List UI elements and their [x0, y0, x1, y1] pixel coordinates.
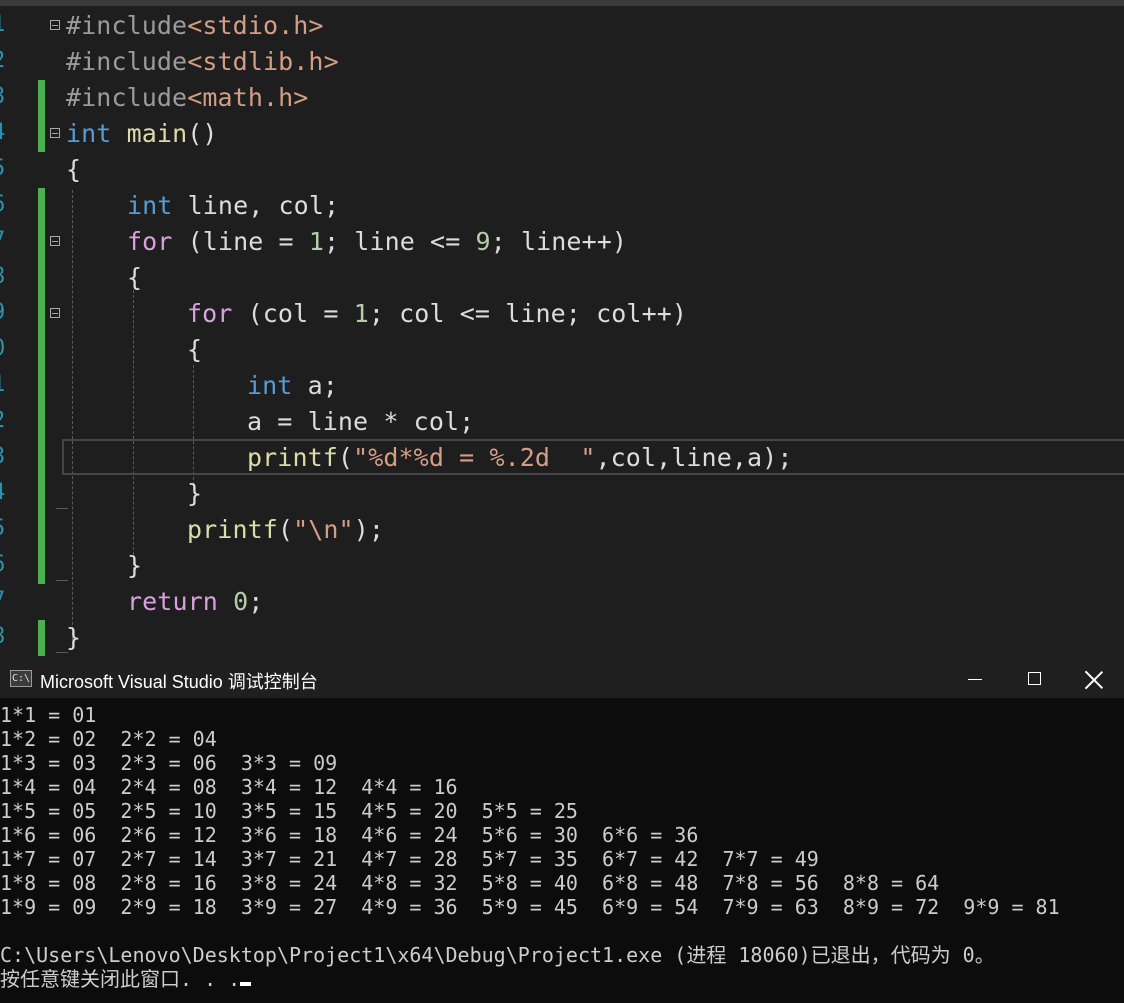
code-text: return 0;	[127, 587, 264, 616]
fold-toggle-icon[interactable]	[50, 236, 60, 246]
debug-console-window[interactable]: C:\ Microsoft Visual Studio 调试控制台 1*1 = …	[0, 660, 1124, 1003]
minimize-button[interactable]	[944, 660, 1004, 698]
fold-toggle-icon[interactable]	[50, 20, 60, 30]
press-key-text: 按任意键关闭此窗口. . .	[0, 967, 241, 991]
code-line[interactable]: 6 }	[0, 548, 1124, 584]
code-text: a = line * col;	[247, 407, 475, 436]
code-line[interactable]: 5 printf("\n");	[0, 512, 1124, 548]
change-marker	[38, 548, 45, 584]
maximize-button[interactable]	[1004, 660, 1064, 698]
code-text: {	[187, 335, 203, 364]
code-line[interactable]: 1 #include<stdio.h>	[0, 8, 1124, 44]
code-text: #include<math.h>	[66, 83, 309, 112]
line-number: 9	[0, 300, 10, 325]
maximize-icon	[1028, 672, 1041, 685]
code-line[interactable]: 1 int a;	[0, 368, 1124, 404]
change-marker	[38, 296, 45, 332]
line-number: 3	[0, 84, 10, 109]
console-output-line: 1*3 = 03 2*3 = 06 3*3 = 09	[0, 751, 338, 775]
console-output-line: 1*4 = 04 2*4 = 08 3*4 = 12 4*4 = 16	[0, 775, 458, 799]
code-line[interactable]: 4 }	[0, 476, 1124, 512]
console-output-line: 1*6 = 06 2*6 = 12 3*6 = 18 4*6 = 24 5*6 …	[0, 823, 699, 847]
code-line[interactable]: 0 {	[0, 332, 1124, 368]
change-marker	[38, 116, 45, 152]
line-number: 1	[0, 372, 10, 397]
code-line[interactable]: 8 }	[0, 620, 1124, 656]
code-line[interactable]: 8 {	[0, 260, 1124, 296]
code-text: for (col = 1; col <= line; col++)	[187, 299, 688, 328]
console-app-icon: C:\	[10, 670, 32, 687]
line-number: 6	[0, 192, 10, 217]
console-output-line: 1*7 = 07 2*7 = 14 3*7 = 21 4*7 = 28 5*7 …	[0, 847, 819, 871]
code-line[interactable]: 3 printf("%d*%d = %.2d ",col,line,a);	[0, 440, 1124, 476]
change-marker	[38, 80, 45, 116]
code-text: #include<stdio.h>	[66, 11, 324, 40]
code-text: }	[66, 623, 82, 652]
code-line[interactable]: 6 int line, col;	[0, 188, 1124, 224]
line-number: 2	[0, 48, 10, 73]
code-text: int a;	[247, 371, 338, 400]
code-text: printf("\n");	[187, 515, 384, 544]
change-marker	[38, 368, 45, 404]
close-icon	[1084, 670, 1104, 690]
line-number: 3	[0, 444, 10, 469]
code-line[interactable]: 2 #include<stdlib.h>	[0, 44, 1124, 80]
line-number: 4	[0, 480, 10, 505]
change-marker	[38, 620, 45, 656]
console-output-line: 1*9 = 09 2*9 = 18 3*9 = 27 4*9 = 36 5*9 …	[0, 895, 1060, 919]
console-output-line: 1*8 = 08 2*8 = 16 3*8 = 24 4*8 = 32 5*8 …	[0, 871, 940, 895]
text-cursor	[240, 982, 252, 986]
line-number: 0	[0, 336, 10, 361]
change-marker	[38, 224, 45, 260]
code-line[interactable]: 9 for (col = 1; col <= line; col++)	[0, 296, 1124, 332]
line-number: 5	[0, 156, 10, 181]
code-text: }	[127, 551, 143, 580]
press-key-prompt: 按任意键关闭此窗口. . .	[0, 967, 252, 991]
minimize-icon	[968, 679, 982, 680]
fold-toggle-icon[interactable]	[50, 128, 60, 138]
line-number: 5	[0, 516, 10, 541]
close-button[interactable]	[1064, 660, 1124, 698]
code-text: {	[66, 155, 82, 184]
code-line[interactable]: 3 #include<math.h>	[0, 80, 1124, 116]
code-line[interactable]: 7 for (line = 1; line <= 9; line++)	[0, 224, 1124, 260]
console-output-line: 1*5 = 05 2*5 = 10 3*5 = 15 4*5 = 20 5*5 …	[0, 799, 578, 823]
console-output-line: 1*2 = 02 2*2 = 04	[0, 727, 217, 751]
change-marker	[38, 404, 45, 440]
line-number: 1	[0, 12, 10, 37]
line-number: 8	[0, 264, 10, 289]
change-marker	[38, 440, 45, 476]
console-output-line: 1*1 = 01	[0, 703, 97, 727]
code-text: printf("%d*%d = %.2d ",col,line,a);	[247, 443, 793, 472]
code-text: int main()	[66, 119, 218, 148]
code-text: {	[127, 263, 143, 292]
console-title-bar[interactable]: C:\ Microsoft Visual Studio 调试控制台	[0, 660, 1124, 698]
change-marker	[38, 260, 45, 296]
code-line[interactable]: 7 return 0;	[0, 584, 1124, 620]
line-number: 7	[0, 588, 10, 613]
editor-top-border	[0, 0, 1124, 6]
line-number: 2	[0, 408, 10, 433]
line-number: 4	[0, 120, 10, 145]
change-marker	[38, 188, 45, 224]
change-marker	[38, 512, 45, 548]
code-text: #include<stdlib.h>	[66, 47, 339, 76]
change-marker	[38, 476, 45, 512]
line-number: 7	[0, 228, 10, 253]
code-text: }	[187, 479, 203, 508]
exit-message: C:\Users\Lenovo\Desktop\Project1\x64\Deb…	[0, 943, 995, 967]
fold-toggle-icon[interactable]	[50, 308, 60, 318]
code-line[interactable]: 2 a = line * col;	[0, 404, 1124, 440]
code-editor[interactable]: 1 #include<stdio.h> 2 #include<stdlib.h>…	[0, 0, 1124, 660]
change-marker	[38, 332, 45, 368]
line-number: 8	[0, 624, 10, 649]
code-text: for (line = 1; line <= 9; line++)	[127, 227, 628, 256]
window-title: Microsoft Visual Studio 调试控制台	[40, 672, 318, 692]
code-line[interactable]: 4 int main()	[0, 116, 1124, 152]
code-text: int line, col;	[127, 191, 340, 220]
line-number: 6	[0, 552, 10, 577]
code-line[interactable]: 5 {	[0, 152, 1124, 188]
